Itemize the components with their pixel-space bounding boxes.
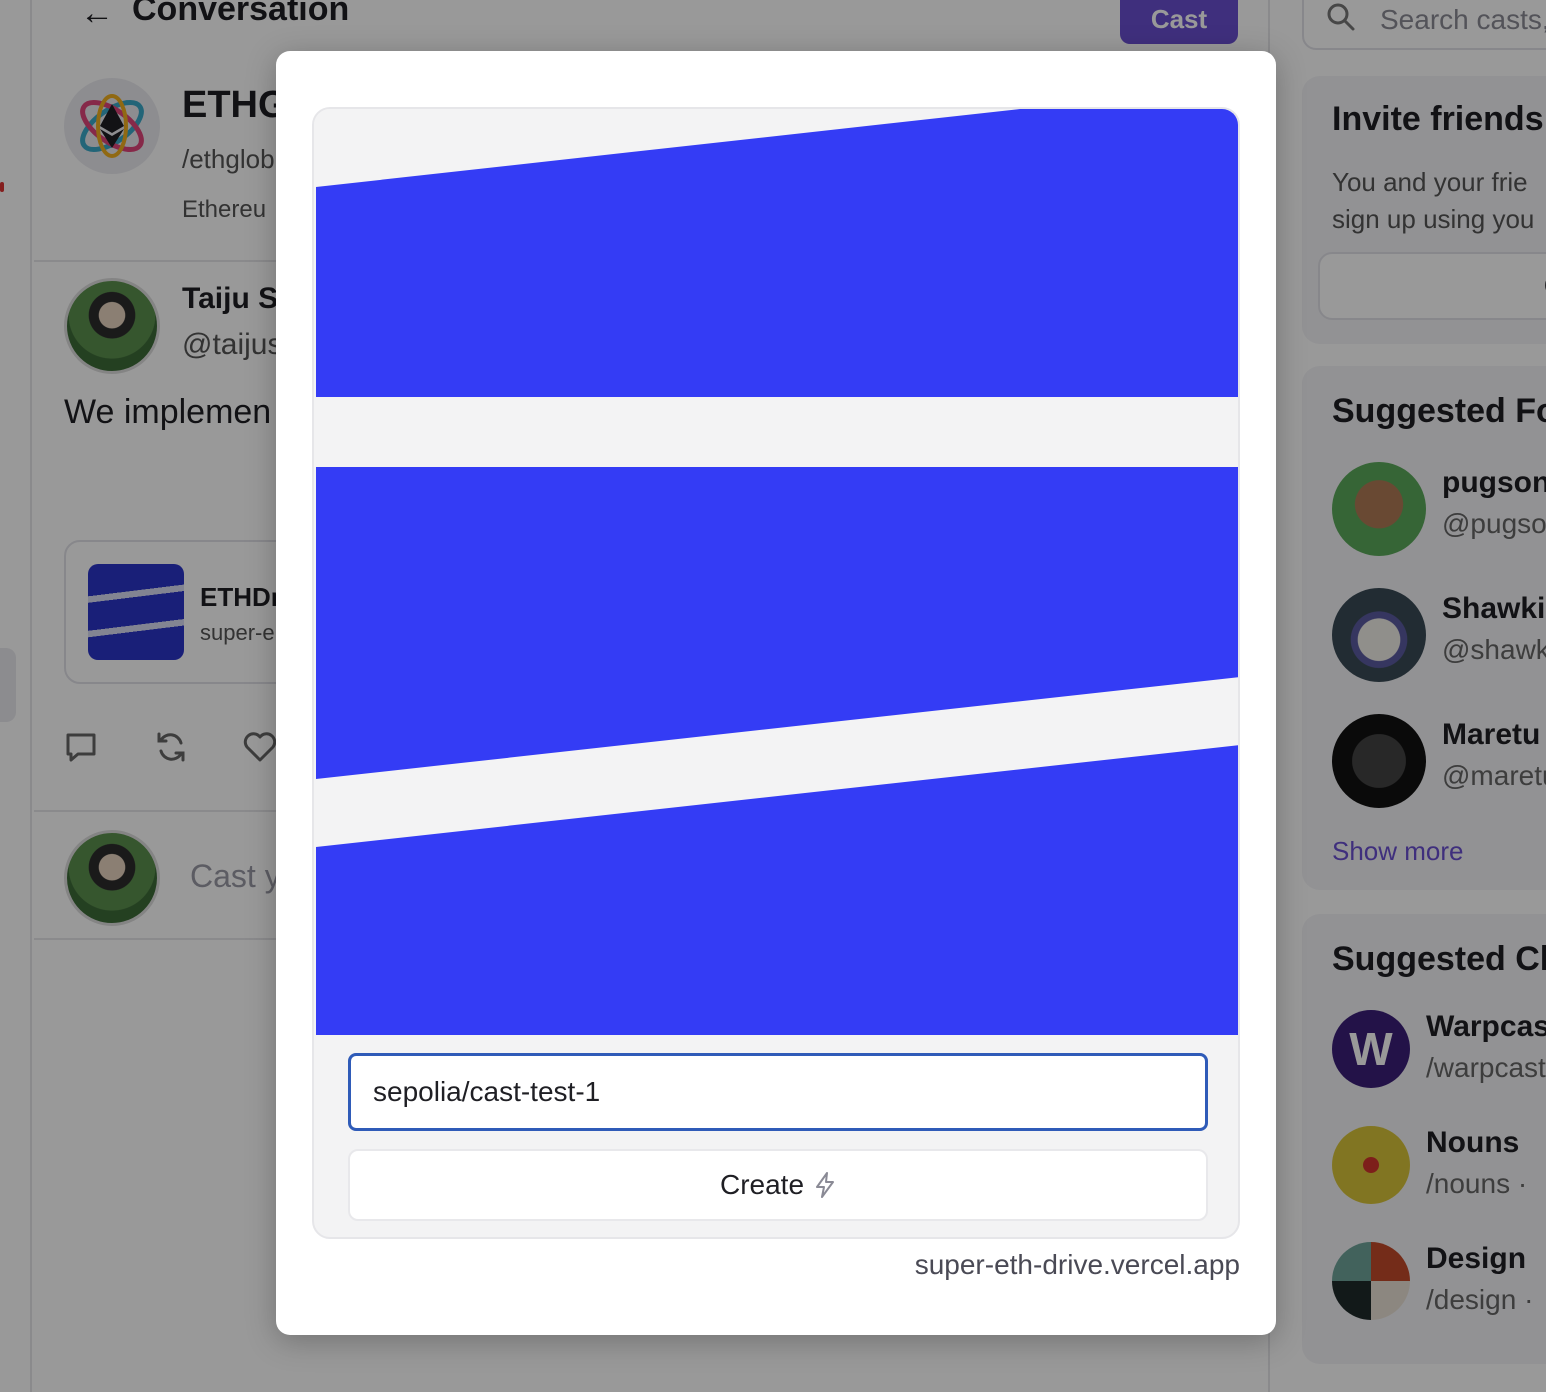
create-button-label: Create <box>719 1169 805 1200</box>
frame-card: Create <box>312 107 1240 1239</box>
frame-url[interactable]: super-eth-drive.vercel.app <box>915 1249 1240 1281</box>
frame-text-input[interactable] <box>348 1053 1208 1131</box>
frame-modal: Create super-eth-drive.vercel.app <box>276 51 1276 1335</box>
frame-image <box>314 109 1238 1035</box>
lightning-bolt-icon <box>816 1172 835 1198</box>
create-button[interactable]: Create <box>348 1149 1208 1221</box>
